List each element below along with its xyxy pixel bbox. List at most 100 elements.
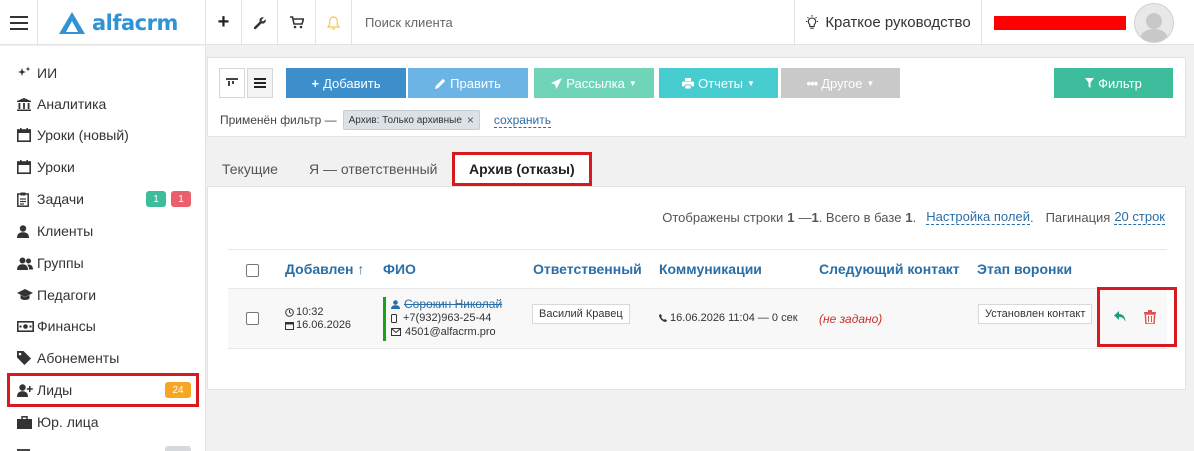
reports-button[interactable]: Отчеты ▼ bbox=[659, 68, 778, 98]
row-checkbox[interactable] bbox=[246, 312, 259, 325]
settings-button[interactable] bbox=[242, 0, 278, 45]
table-row[interactable]: 10:32 16.06.2026 Сорокин Николай +7(932)… bbox=[228, 287, 1177, 349]
user-menu[interactable] bbox=[982, 0, 1194, 45]
next-contact-value[interactable]: (не задано) bbox=[819, 312, 882, 326]
kanban-view-button[interactable] bbox=[219, 68, 245, 98]
avatar[interactable] bbox=[1134, 2, 1174, 43]
sidebar-item-subscriptions[interactable]: Абонементы bbox=[0, 342, 206, 374]
filter-applied-label: Применён фильтр — bbox=[220, 113, 337, 127]
applied-filter-line: Применён фильтр — Архив: Только архивные… bbox=[220, 110, 552, 130]
field-settings-link[interactable]: Настройка полей bbox=[926, 209, 1030, 225]
cart-button[interactable] bbox=[278, 0, 316, 45]
clipboard-icon bbox=[17, 192, 37, 207]
sidebar-item-groups[interactable]: Группы bbox=[0, 247, 206, 279]
funnel-stage-cell: Установлен контакт bbox=[978, 304, 1093, 324]
redacted-user-name bbox=[994, 15, 1126, 30]
quick-guide-label: Краткое руководство bbox=[825, 14, 971, 31]
client-search-input[interactable] bbox=[352, 15, 772, 30]
total-count: 1 bbox=[905, 209, 913, 225]
added-date: 16.06.2026 bbox=[296, 319, 352, 331]
rows-shown-label: Отображены строки bbox=[662, 209, 784, 225]
mailing-button[interactable]: Рассылка ▼ bbox=[534, 68, 654, 98]
column-header-name[interactable]: ФИО bbox=[383, 261, 416, 277]
list-icon bbox=[17, 448, 37, 451]
plus-icon: + bbox=[217, 11, 230, 33]
close-icon[interactable]: × bbox=[467, 113, 474, 127]
rows-info: Отображены строки 1 — 1 . Всего в базе 1… bbox=[662, 209, 1165, 225]
cart-icon bbox=[289, 16, 304, 29]
sidebar-item-label: Финансы bbox=[37, 318, 96, 334]
ellipsis-icon: ••• bbox=[806, 75, 819, 91]
kanban-icon bbox=[226, 78, 238, 86]
paper-plane-icon bbox=[551, 77, 563, 89]
last-communication[interactable]: 16.06.2026 11:04 — 0 сек bbox=[670, 312, 798, 324]
quick-guide-button[interactable]: Краткое руководство bbox=[794, 0, 982, 45]
range-to: 1 bbox=[811, 209, 819, 225]
lead-email[interactable]: 4501@alfacrm.pro bbox=[405, 325, 496, 339]
responsible-tag[interactable]: Василий Кравец bbox=[532, 304, 630, 324]
sidebar-item-legal-entities[interactable]: Юр. лица bbox=[0, 406, 206, 438]
sidebar-item-ai[interactable]: ИИ bbox=[0, 57, 206, 89]
logo-text: alfacrm bbox=[92, 10, 178, 35]
select-all-checkbox[interactable] bbox=[246, 264, 259, 277]
added-cell: 10:32 16.06.2026 bbox=[285, 306, 351, 331]
range-dash: — bbox=[798, 209, 812, 225]
sidebar-item-finance[interactable]: Финансы bbox=[0, 310, 206, 342]
list-view-button[interactable] bbox=[247, 68, 273, 98]
filter-button[interactable]: Фильтр bbox=[1054, 68, 1173, 98]
hamburger-menu-button[interactable] bbox=[0, 0, 38, 45]
lead-phone[interactable]: +7(932)963-25-44 bbox=[403, 311, 491, 325]
tag-icon bbox=[17, 351, 37, 365]
caret-down-icon: ▼ bbox=[866, 78, 875, 88]
column-header-added[interactable]: Добавлен ↑ bbox=[285, 261, 364, 277]
table-header: Добавлен ↑ ФИО Ответственный Коммуникаци… bbox=[228, 249, 1167, 289]
filter-chip[interactable]: Архив: Только архивные × bbox=[342, 110, 480, 130]
added-time: 10:32 bbox=[296, 306, 324, 318]
delete-button[interactable] bbox=[1144, 310, 1156, 327]
trash-icon bbox=[1144, 310, 1156, 325]
pagination-link[interactable]: 20 строк bbox=[1114, 209, 1165, 225]
bell-icon bbox=[327, 15, 340, 30]
total-suffix: . bbox=[912, 209, 917, 225]
money-icon bbox=[17, 320, 37, 332]
alfacrm-logo-icon bbox=[59, 11, 85, 34]
column-header-communications[interactable]: Коммуникации bbox=[659, 261, 762, 277]
save-filter-link[interactable]: сохранить bbox=[493, 113, 552, 128]
sidebar-item-clients[interactable]: Клиенты bbox=[0, 215, 206, 247]
tab-archive[interactable]: Архив (отказы) bbox=[452, 152, 592, 186]
logo[interactable]: alfacrm bbox=[38, 0, 206, 45]
clock-icon bbox=[285, 307, 294, 317]
sidebar-item-partial[interactable] bbox=[0, 438, 206, 451]
caret-down-icon: ▼ bbox=[628, 78, 637, 88]
other-button[interactable]: ••• Другое ▼ bbox=[781, 68, 900, 98]
sidebar-item-lessons[interactable]: Уроки bbox=[0, 151, 206, 183]
responsible-cell: Василий Кравец bbox=[532, 304, 630, 324]
sidebar-item-tasks[interactable]: Задачи 1 1 bbox=[0, 183, 206, 215]
columns-icon bbox=[17, 97, 37, 111]
tasks-badge-green: 1 bbox=[146, 191, 166, 207]
column-header-responsible[interactable]: Ответственный bbox=[533, 261, 642, 277]
sidebar-item-label: Педагоги bbox=[37, 287, 97, 303]
tab-responsible[interactable]: Я — ответственный bbox=[309, 152, 437, 186]
pagination-label: Пагинация bbox=[1045, 209, 1111, 225]
funnel-stage-tag[interactable]: Установлен контакт bbox=[978, 304, 1093, 324]
search-container bbox=[352, 0, 792, 45]
pencil-icon bbox=[435, 78, 446, 89]
sidebar: ИИ Аналитика Уроки (новый) Уроки Задачи … bbox=[0, 46, 206, 451]
tab-current[interactable]: Текущие bbox=[222, 152, 278, 186]
column-header-funnel-stage[interactable]: Этап воронки bbox=[977, 261, 1072, 277]
sparkle-icon bbox=[17, 66, 37, 80]
notifications-button[interactable] bbox=[316, 0, 352, 45]
restore-button[interactable] bbox=[1114, 311, 1127, 326]
sidebar-item-lessons-new[interactable]: Уроки (новый) bbox=[0, 119, 206, 151]
other-button-label: Другое bbox=[821, 75, 863, 91]
add-button-label: Добавить bbox=[323, 75, 381, 91]
add-button[interactable]: + bbox=[206, 0, 242, 45]
sidebar-item-teachers[interactable]: Педагоги bbox=[0, 279, 206, 311]
column-header-next-contact[interactable]: Следующий контакт bbox=[819, 261, 960, 277]
lead-name-link[interactable]: Сорокин Николай bbox=[404, 297, 502, 311]
sidebar-item-analytics[interactable]: Аналитика bbox=[0, 88, 206, 120]
add-lead-button[interactable]: + Добавить bbox=[286, 68, 406, 98]
edit-button[interactable]: Править bbox=[408, 68, 528, 98]
communications-cell: 16.06.2026 11:04 — 0 сек bbox=[659, 312, 798, 324]
